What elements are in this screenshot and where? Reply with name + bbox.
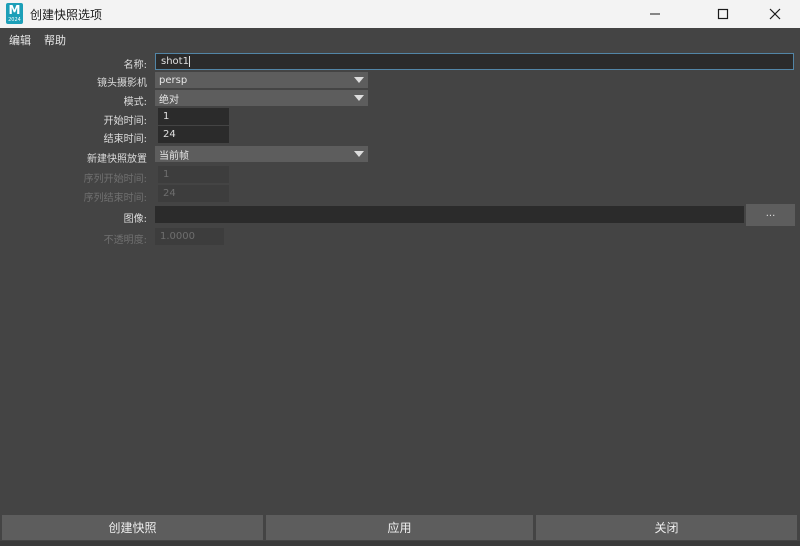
seq-start-input: 1 — [158, 166, 229, 183]
mode-value: 绝对 — [159, 94, 179, 106]
app-icon-version: 2024 — [8, 17, 21, 23]
seq-end-input: 24 — [158, 185, 229, 202]
window-title: 创建快照选项 — [30, 8, 103, 22]
placement-label: 新建快照放置 — [87, 154, 147, 165]
minimize-button[interactable] — [632, 0, 678, 28]
minimize-icon — [650, 13, 660, 15]
menu-bar: 编辑 帮助 — [0, 28, 800, 50]
start-time-input[interactable]: 1 — [158, 108, 229, 125]
maximize-button[interactable] — [700, 0, 746, 28]
opacity-value: 1.0000 — [160, 231, 195, 242]
placement-value: 当前帧 — [159, 150, 189, 162]
image-label: 图像: — [123, 214, 147, 225]
image-path-input[interactable] — [155, 206, 744, 223]
mode-dropdown[interactable]: 绝对 — [155, 90, 368, 106]
seq-end-label: 序列结束时间: — [83, 193, 147, 204]
create-snapshot-button[interactable]: 创建快照 — [2, 515, 263, 540]
mode-label: 模式: — [123, 97, 147, 108]
name-value: shot1 — [161, 56, 189, 67]
start-time-value: 1 — [163, 111, 170, 122]
end-time-label: 结束时间: — [103, 134, 147, 145]
camera-label: 镜头摄影机 — [97, 78, 147, 89]
end-time-value: 24 — [163, 129, 176, 140]
menu-help[interactable]: 帮助 — [44, 32, 66, 48]
title-bar: M 2024 创建快照选项 — [0, 0, 800, 28]
opacity-label: 不透明度: — [103, 235, 147, 246]
text-caret — [188, 56, 190, 67]
seq-end-value: 24 — [163, 188, 176, 199]
maximize-icon — [717, 8, 729, 20]
camera-dropdown[interactable]: persp — [155, 72, 368, 88]
chevron-down-icon — [354, 151, 364, 157]
opacity-input: 1.0000 — [155, 228, 224, 245]
name-input[interactable]: shot1 — [155, 53, 794, 70]
close-window-button[interactable] — [752, 0, 798, 28]
seq-start-label: 序列开始时间: — [83, 174, 147, 185]
seq-start-value: 1 — [163, 169, 170, 180]
browse-button[interactable]: ... — [746, 204, 795, 226]
end-time-input[interactable]: 24 — [158, 126, 229, 143]
start-time-label: 开始时间: — [103, 116, 147, 127]
name-label: 名称: — [123, 60, 147, 71]
placement-dropdown[interactable]: 当前帧 — [155, 146, 368, 162]
chevron-down-icon — [354, 77, 364, 83]
camera-value: persp — [159, 74, 188, 86]
close-button[interactable]: 关闭 — [536, 515, 797, 540]
maya-app-icon: M 2024 — [6, 3, 23, 24]
chevron-down-icon — [354, 95, 364, 101]
bottom-border — [0, 541, 800, 546]
close-icon — [769, 8, 781, 20]
app-icon-letter: M — [8, 3, 21, 17]
apply-button[interactable]: 应用 — [266, 515, 533, 540]
menu-edit[interactable]: 编辑 — [9, 32, 31, 48]
